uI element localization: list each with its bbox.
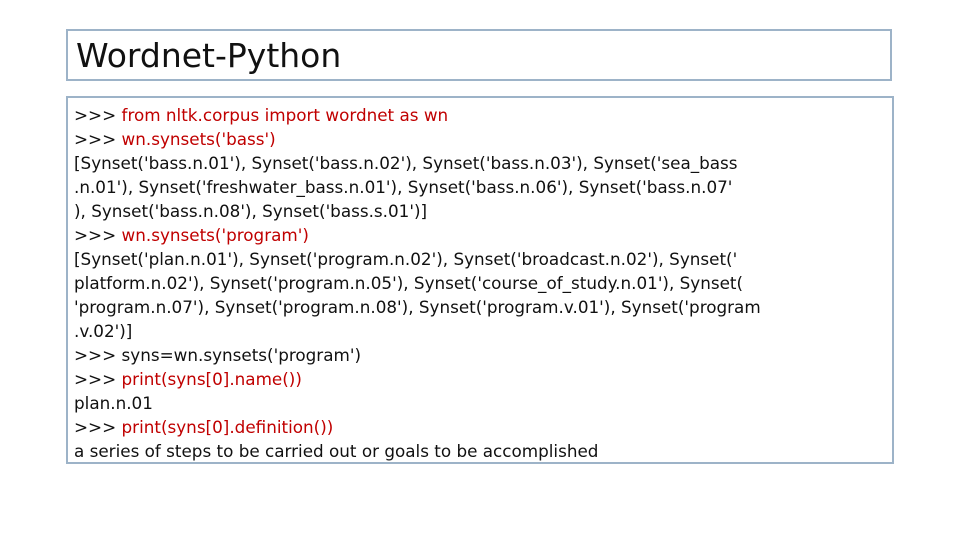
code-text: 'program.n.07'), Synset('program.n.08'),…: [74, 297, 761, 317]
code-text: wn.synsets('bass'): [121, 129, 276, 149]
code-prompt: >>>: [74, 105, 122, 125]
code-line: ), Synset('bass.n.08'), Synset('bass.s.0…: [74, 199, 886, 223]
code-text: print(syns[0].definition()): [121, 417, 334, 437]
code-line: a series of steps to be carried out or g…: [74, 439, 886, 463]
code-text: plan.n.01: [74, 393, 153, 413]
code-prompt: >>>: [74, 129, 122, 149]
code-text: syns=wn.synsets('program'): [121, 345, 361, 365]
code-text: print(syns[0].name()): [121, 369, 302, 389]
code-text: [Synset('plan.n.01'), Synset('program.n.…: [74, 249, 738, 269]
code-text: from nltk.corpus import wordnet as wn: [121, 105, 449, 125]
code-prompt: >>>: [74, 225, 122, 245]
code-line: 'program.n.07'), Synset('program.n.08'),…: [74, 295, 886, 319]
code-text: ), Synset('bass.n.08'), Synset('bass.s.0…: [74, 201, 428, 221]
slide-title: Wordnet-Python: [76, 36, 342, 75]
code-text: .v.02')]: [74, 321, 133, 341]
code-line: >>> from nltk.corpus import wordnet as w…: [74, 103, 886, 127]
code-text: [Synset('bass.n.01'), Synset('bass.n.02'…: [74, 153, 738, 173]
code-line: [Synset('plan.n.01'), Synset('program.n.…: [74, 247, 886, 271]
code-line: >>> wn.synsets('bass'): [74, 127, 886, 151]
code-block: >>> from nltk.corpus import wordnet as w…: [66, 96, 894, 464]
code-text: platform.n.02'), Synset('program.n.05'),…: [74, 273, 744, 293]
code-line: .v.02')]: [74, 319, 886, 343]
code-line: plan.n.01: [74, 391, 886, 415]
code-line: [Synset('bass.n.01'), Synset('bass.n.02'…: [74, 151, 886, 175]
code-text: a series of steps to be carried out or g…: [74, 441, 599, 461]
code-line: >>> wn.synsets('program'): [74, 223, 886, 247]
code-prompt: >>>: [74, 345, 122, 365]
code-prompt: >>>: [74, 417, 122, 437]
code-line: >>> syns=wn.synsets('program'): [74, 343, 886, 367]
code-text: .n.01'), Synset('freshwater_bass.n.01'),…: [74, 177, 733, 197]
slide: Wordnet-Python >>> from nltk.corpus impo…: [0, 0, 960, 540]
code-line: >>> print(syns[0].name()): [74, 367, 886, 391]
code-line: >>> print(syns[0].definition()): [74, 415, 886, 439]
code-line: platform.n.02'), Synset('program.n.05'),…: [74, 271, 886, 295]
code-prompt: >>>: [74, 369, 122, 389]
code-line: .n.01'), Synset('freshwater_bass.n.01'),…: [74, 175, 886, 199]
title-box: Wordnet-Python: [66, 29, 892, 81]
code-text: wn.synsets('program'): [121, 225, 309, 245]
